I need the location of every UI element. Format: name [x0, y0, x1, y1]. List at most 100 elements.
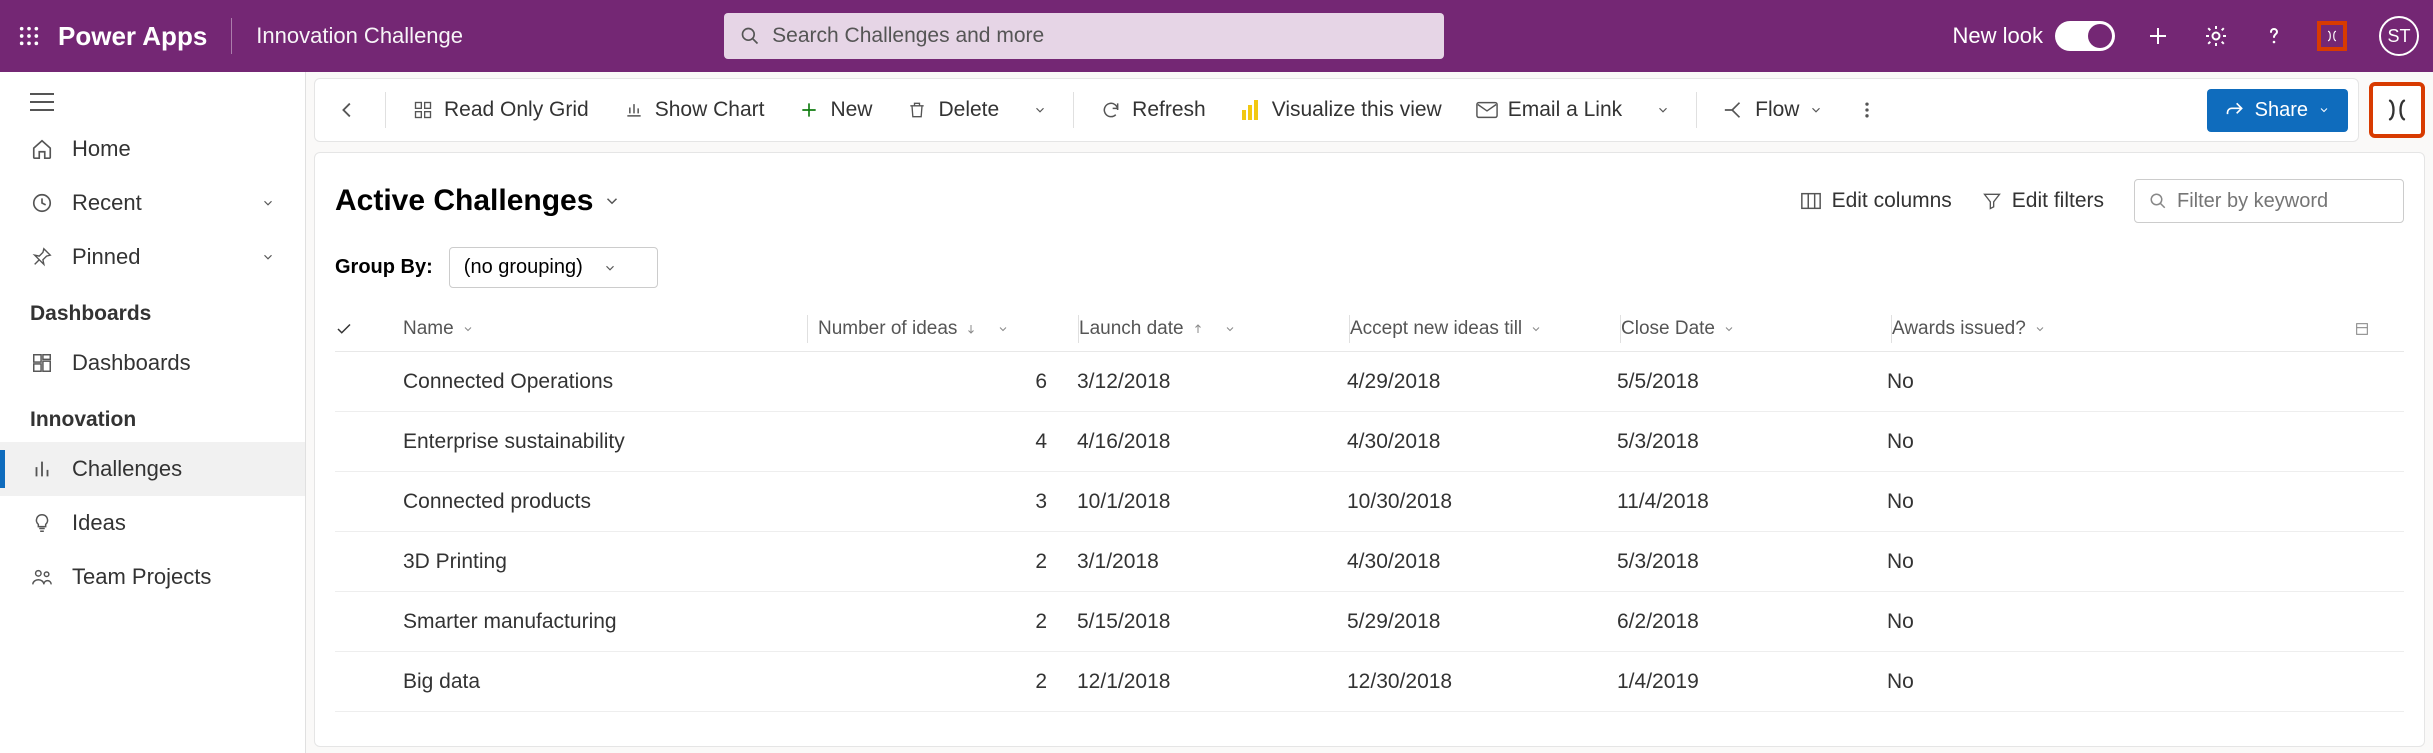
flow-button[interactable]: Flow	[1711, 88, 1835, 132]
cell-awards: No	[1887, 430, 2354, 454]
column-header-launch[interactable]: Launch date	[1079, 318, 1349, 340]
read-only-grid-button[interactable]: Read Only Grid	[400, 88, 601, 132]
filter-input[interactable]	[2177, 190, 2425, 213]
share-icon	[2225, 100, 2245, 120]
cell-awards: No	[1887, 490, 2354, 514]
cell-name[interactable]: Smarter manufacturing	[399, 610, 807, 634]
toggle-switch[interactable]	[2055, 21, 2115, 51]
search-input[interactable]	[772, 24, 1428, 48]
cell-ideas: 3	[807, 490, 1077, 514]
nav-team-projects[interactable]: Team Projects	[0, 550, 305, 604]
column-header-name[interactable]: Name	[399, 318, 807, 340]
gear-icon[interactable]	[2201, 21, 2231, 51]
cell-awards: No	[1887, 670, 2354, 694]
column-header-close[interactable]: Close Date	[1621, 318, 1891, 340]
view-title-label: Active Challenges	[335, 184, 593, 218]
nav-label: Team Projects	[72, 564, 211, 590]
team-icon	[30, 565, 54, 589]
group-by-select[interactable]: (no grouping)	[449, 247, 658, 288]
top-bar: Power Apps Innovation Challenge New look…	[0, 0, 2433, 72]
column-chooser-icon[interactable]	[2354, 321, 2404, 337]
chart-icon	[623, 99, 645, 121]
tool-label: Edit filters	[2012, 189, 2104, 213]
cell-name[interactable]: Connected products	[399, 490, 807, 514]
email-icon	[1476, 99, 1498, 121]
grid-body: Connected Operations63/12/20184/29/20185…	[335, 352, 2404, 712]
nav-home[interactable]: Home	[0, 122, 305, 176]
filter-icon	[1982, 191, 2002, 211]
nav-label: Dashboards	[72, 350, 191, 376]
column-header-accept[interactable]: Accept new ideas till	[1350, 318, 1620, 340]
cmd-label: Show Chart	[655, 98, 765, 122]
show-chart-button[interactable]: Show Chart	[611, 88, 777, 132]
grid-header: Name Number of ideas Launch date A	[335, 306, 2404, 352]
keyword-filter[interactable]	[2134, 179, 2404, 223]
cmd-label: Read Only Grid	[444, 98, 589, 122]
tool-label: Edit columns	[1832, 189, 1952, 213]
add-icon[interactable]	[2143, 21, 2173, 51]
email-split-chevron[interactable]	[1644, 93, 1682, 127]
cell-ideas: 2	[807, 610, 1077, 634]
table-row[interactable]: Smarter manufacturing25/15/20185/29/2018…	[335, 592, 2404, 652]
cell-close: 5/3/2018	[1617, 550, 1887, 574]
nav-challenges[interactable]: Challenges	[0, 442, 305, 496]
recent-icon	[30, 191, 54, 215]
avatar[interactable]: ST	[2379, 16, 2419, 56]
back-button[interactable]	[325, 89, 371, 131]
nav-section-innovation: Innovation	[0, 390, 305, 442]
visualize-button[interactable]: Visualize this view	[1228, 88, 1454, 132]
table-row[interactable]: Enterprise sustainability44/16/20184/30/…	[335, 412, 2404, 472]
copilot-pane-button[interactable]	[2369, 82, 2425, 138]
cell-close: 1/4/2019	[1617, 670, 1887, 694]
cell-awards: No	[1887, 550, 2354, 574]
email-link-button[interactable]: Email a Link	[1464, 88, 1634, 132]
group-by-label: Group By:	[335, 256, 433, 279]
nav-ideas[interactable]: Ideas	[0, 496, 305, 550]
brand-label: Power Apps	[58, 21, 207, 52]
table-row[interactable]: Big data212/1/201812/30/20181/4/2019No	[335, 652, 2404, 712]
help-icon[interactable]	[2259, 21, 2289, 51]
columns-icon	[1800, 191, 1822, 211]
nav-recent[interactable]: Recent	[0, 176, 305, 230]
table-row[interactable]: Connected Operations63/12/20184/29/20185…	[335, 352, 2404, 412]
cell-name[interactable]: Enterprise sustainability	[399, 430, 807, 454]
app-name[interactable]: Innovation Challenge	[256, 23, 463, 49]
cell-ideas: 2	[807, 670, 1077, 694]
edit-filters-button[interactable]: Edit filters	[1982, 189, 2104, 213]
share-button[interactable]: Share	[2207, 89, 2348, 132]
search-icon	[740, 26, 760, 46]
app-launcher-icon[interactable]	[14, 21, 44, 51]
edit-columns-button[interactable]: Edit columns	[1800, 189, 1952, 213]
nav-pinned[interactable]: Pinned	[0, 230, 305, 284]
overflow-button[interactable]	[1845, 90, 1889, 130]
plus-icon	[798, 99, 820, 121]
cell-name[interactable]: 3D Printing	[399, 550, 807, 574]
refresh-button[interactable]: Refresh	[1088, 88, 1218, 132]
new-look-toggle[interactable]: New look	[1952, 21, 2114, 51]
cell-name[interactable]: Big data	[399, 670, 807, 694]
cell-awards: No	[1887, 370, 2354, 394]
nav-section-dashboards: Dashboards	[0, 284, 305, 336]
table-row[interactable]: 3D Printing23/1/20184/30/20185/3/2018No	[335, 532, 2404, 592]
column-header-awards[interactable]: Awards issued?	[1892, 318, 2354, 340]
column-header-ideas[interactable]: Number of ideas	[808, 318, 1078, 340]
delete-button[interactable]: Delete	[894, 88, 1011, 132]
cell-close: 5/5/2018	[1617, 370, 1887, 394]
nav-label: Recent	[72, 190, 142, 216]
copilot-header-icon[interactable]	[2317, 21, 2347, 51]
cell-accept: 5/29/2018	[1347, 610, 1617, 634]
table-row[interactable]: Connected products310/1/201810/30/201811…	[335, 472, 2404, 532]
global-search[interactable]	[724, 13, 1444, 59]
nav-dashboards[interactable]: Dashboards	[0, 336, 305, 390]
new-button[interactable]: New	[786, 88, 884, 132]
select-all-checkbox[interactable]	[335, 320, 399, 338]
site-nav: Home Recent Pinned Dashboards Dashboards…	[0, 72, 306, 753]
hamburger-icon[interactable]	[0, 82, 305, 122]
cell-close: 5/3/2018	[1617, 430, 1887, 454]
delete-split-chevron[interactable]	[1021, 93, 1059, 127]
cmd-label: Visualize this view	[1272, 98, 1442, 122]
home-icon	[30, 137, 54, 161]
cell-name[interactable]: Connected Operations	[399, 370, 807, 394]
cell-awards: No	[1887, 610, 2354, 634]
view-picker[interactable]: Active Challenges	[335, 184, 621, 218]
